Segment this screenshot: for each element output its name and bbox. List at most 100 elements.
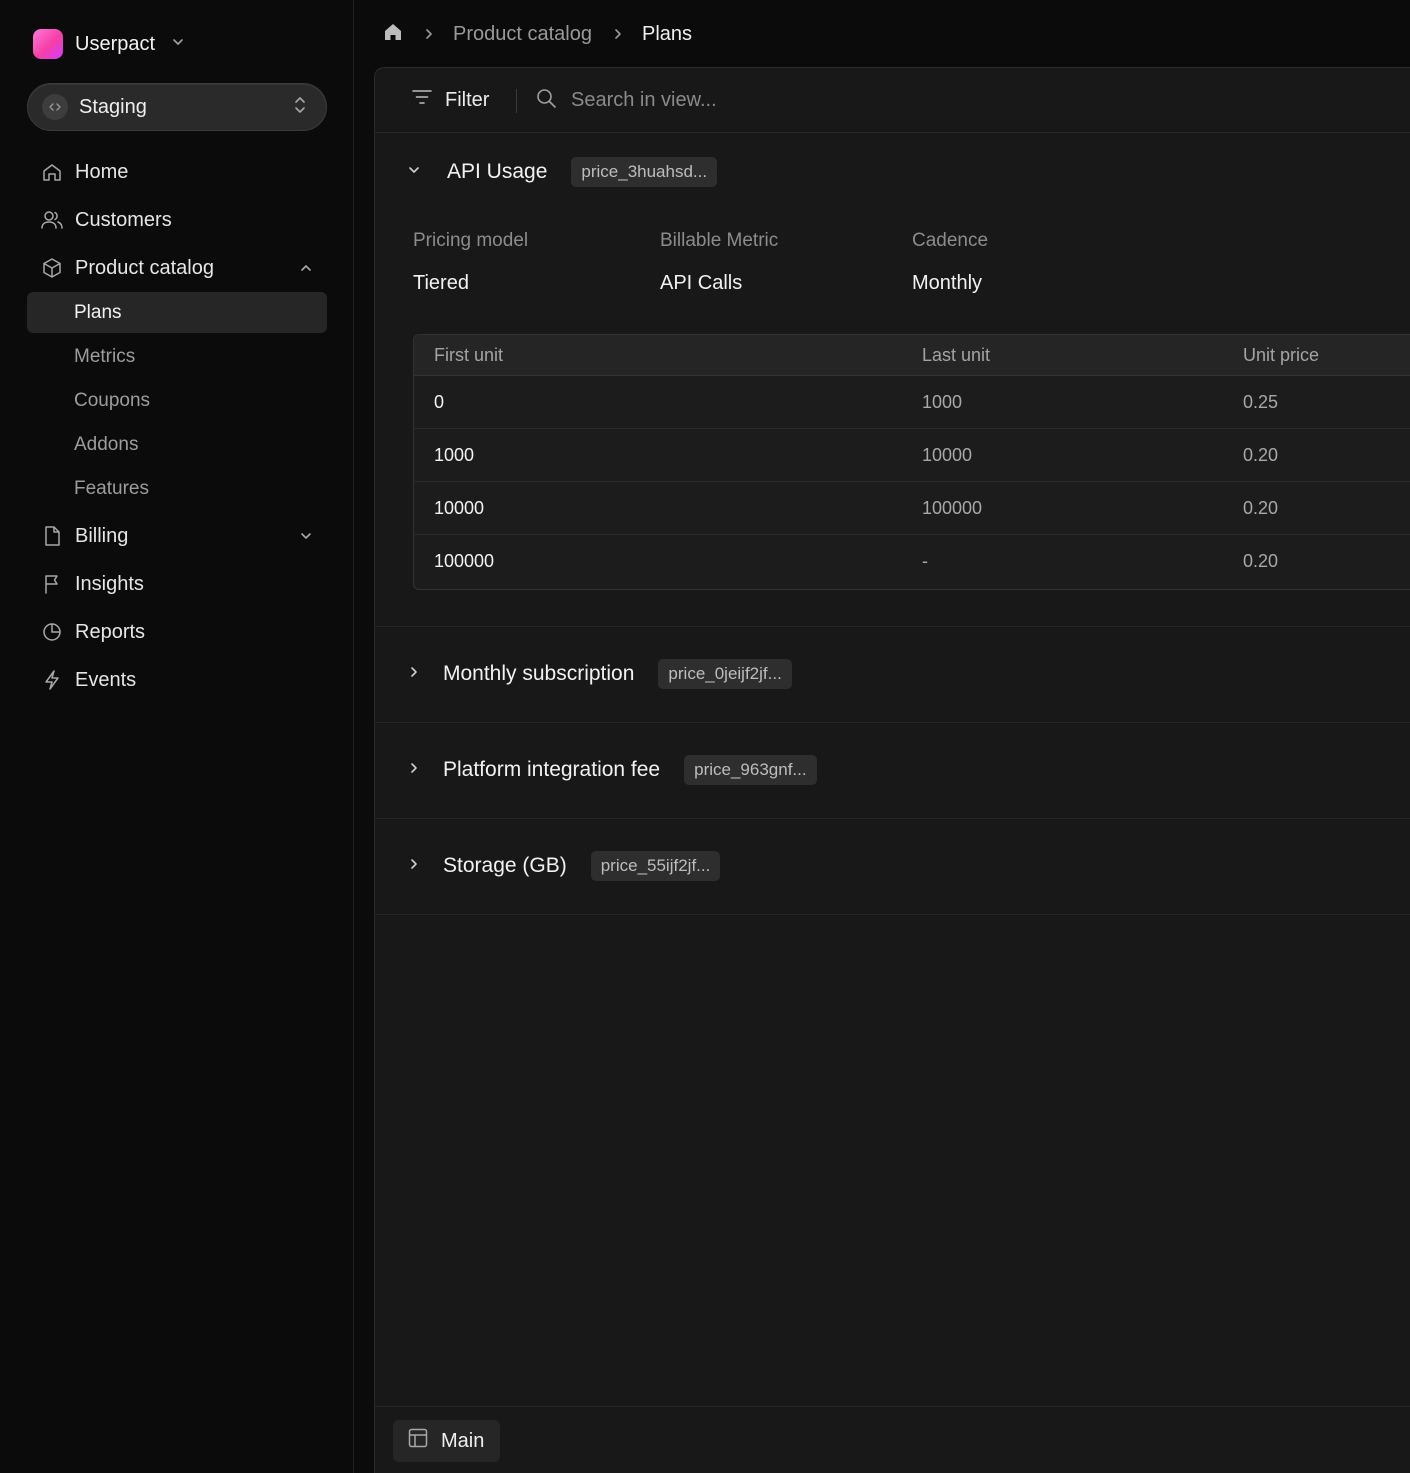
code-icon: [42, 94, 68, 120]
sidebar-item-label: Customers: [75, 208, 172, 231]
pricing-model-label: Pricing model: [413, 230, 529, 251]
cube-icon: [40, 256, 64, 280]
flag-icon: [40, 572, 64, 596]
sidebar-item-label: Product catalog: [75, 256, 214, 279]
price-item-storage-gb: Storage (GB) price_55ijf2jf...: [375, 819, 1410, 915]
tier-table: First unit Last unit Unit price 0 1000 0…: [413, 334, 1410, 590]
chevron-right-icon: [423, 28, 435, 40]
pie-chart-icon: [40, 620, 64, 644]
app-root: Userpact Staging Home Customers Product …: [0, 0, 1410, 1473]
price-item-platform-integration-fee: Platform integration fee price_963gnf...: [375, 723, 1410, 819]
chevron-up-icon: [299, 261, 313, 275]
chevron-down-icon: [407, 163, 421, 182]
price-item-api-usage: API Usage price_3huahsd... Pricing model…: [375, 133, 1410, 627]
chevron-down-icon: [171, 35, 185, 54]
sidebar-item-label: Insights: [75, 572, 144, 595]
breadcrumb-plans: Plans: [641, 22, 693, 45]
sidebar-item-billing[interactable]: Billing: [27, 514, 327, 558]
price-name: Monthly subscription: [443, 662, 635, 685]
chevron-right-icon: [612, 28, 624, 40]
sidebar-item-label: Billing: [75, 524, 129, 547]
search-box: [535, 84, 1095, 116]
main-panel: Filter API Usage price_3huahsd... Pricin…: [374, 67, 1410, 1473]
price-header[interactable]: Platform integration fee price_963gnf...: [407, 753, 817, 787]
pricing-model-value: Tiered: [413, 272, 469, 294]
breadcrumb: Product catalog Plans: [383, 18, 692, 50]
billable-metric-label: Billable Metric: [660, 230, 779, 251]
tier-first-unit: 1000: [434, 444, 475, 465]
sidebar-item-customers[interactable]: Customers: [27, 198, 327, 242]
sidebar-item-insights[interactable]: Insights: [27, 562, 327, 606]
column-header-unit-price: Unit price: [1243, 344, 1320, 365]
billable-metric-value: API Calls: [660, 272, 743, 294]
sidebar-item-label: Home: [75, 160, 129, 183]
table-row: 100000 - 0.20: [414, 535, 1410, 588]
tier-table-header: First unit Last unit Unit price: [414, 335, 1410, 376]
column-header-last-unit: Last unit: [922, 344, 991, 365]
view-tab-label: Main: [441, 1429, 485, 1452]
users-icon: [40, 208, 64, 232]
search-input[interactable]: [571, 88, 1051, 112]
chevron-up-down-icon: [292, 95, 308, 120]
tier-unit-price: 0.20: [1243, 497, 1279, 518]
sidebar-subitem-coupons[interactable]: Coupons: [27, 380, 327, 421]
chevron-right-icon: [407, 761, 421, 780]
tier-first-unit: 0: [434, 391, 445, 412]
sidebar-subitem-features[interactable]: Features: [27, 468, 327, 509]
sidebar-item-label: Events: [75, 668, 137, 691]
tier-last-unit: -: [922, 551, 928, 571]
document-icon: [40, 524, 64, 548]
environment-selector[interactable]: Staging: [27, 83, 327, 131]
price-header[interactable]: API Usage price_3huahsd...: [407, 155, 718, 189]
price-id-badge[interactable]: price_55ijf2jf...: [590, 851, 721, 881]
tier-first-unit: 10000: [434, 497, 485, 518]
environment-label: Staging: [79, 95, 147, 118]
price-name: Storage (GB): [443, 854, 567, 877]
table-row: 1000 10000 0.20: [414, 429, 1410, 482]
tier-unit-price: 0.25: [1243, 391, 1279, 412]
chevron-right-icon: [407, 665, 421, 684]
workspace-switcher[interactable]: Userpact: [33, 28, 185, 60]
sidebar-item-reports[interactable]: Reports: [27, 610, 327, 654]
filter-icon: [411, 88, 433, 112]
chevron-right-icon: [407, 857, 421, 876]
table-row: 0 1000 0.25: [414, 376, 1410, 429]
sidebar-item-events[interactable]: Events: [27, 658, 327, 702]
tier-unit-price: 0.20: [1243, 444, 1279, 465]
search-icon: [535, 87, 557, 114]
tier-unit-price: 0.20: [1243, 551, 1279, 571]
price-id-badge[interactable]: price_0jeijf2jf...: [658, 659, 792, 689]
price-item-monthly-subscription: Monthly subscription price_0jeijf2jf...: [375, 627, 1410, 723]
home-icon[interactable]: [383, 22, 403, 47]
home-outline-icon: [40, 160, 64, 184]
table-icon: [407, 1427, 429, 1455]
sidebar-subitem-plans[interactable]: Plans: [27, 292, 327, 333]
sidebar: Userpact Staging Home Customers Product …: [0, 0, 354, 1473]
workspace-name: Userpact: [75, 32, 156, 55]
price-id-badge[interactable]: price_963gnf...: [684, 755, 817, 785]
filter-button[interactable]: Filter: [411, 84, 489, 116]
view-tabs-bar: Main: [375, 1406, 1410, 1473]
tier-first-unit: 100000: [434, 551, 495, 571]
tier-last-unit: 10000: [922, 444, 973, 465]
view-toolbar: Filter: [375, 68, 1410, 133]
sidebar-item-product-catalog[interactable]: Product catalog: [27, 246, 327, 290]
price-id-badge[interactable]: price_3huahsd...: [571, 157, 718, 187]
chevron-down-icon: [299, 529, 313, 543]
price-name: Platform integration fee: [443, 758, 661, 781]
filter-label: Filter: [445, 88, 490, 111]
table-row: 10000 100000 0.20: [414, 482, 1410, 535]
breadcrumb-product-catalog[interactable]: Product catalog: [453, 23, 592, 46]
price-header[interactable]: Monthly subscription price_0jeijf2jf...: [407, 657, 792, 691]
sidebar-subitem-metrics[interactable]: Metrics: [27, 336, 327, 377]
price-header[interactable]: Storage (GB) price_55ijf2jf...: [407, 849, 721, 883]
tier-last-unit: 1000: [922, 391, 963, 412]
view-tab-main[interactable]: Main: [393, 1420, 501, 1462]
price-name: API Usage: [447, 160, 548, 183]
sidebar-subitem-addons[interactable]: Addons: [27, 424, 327, 465]
tier-last-unit: 100000: [922, 497, 983, 518]
lightning-icon: [40, 668, 64, 692]
sidebar-item-home[interactable]: Home: [27, 150, 327, 194]
column-header-first-unit: First unit: [434, 344, 504, 365]
toolbar-divider: [516, 89, 517, 113]
